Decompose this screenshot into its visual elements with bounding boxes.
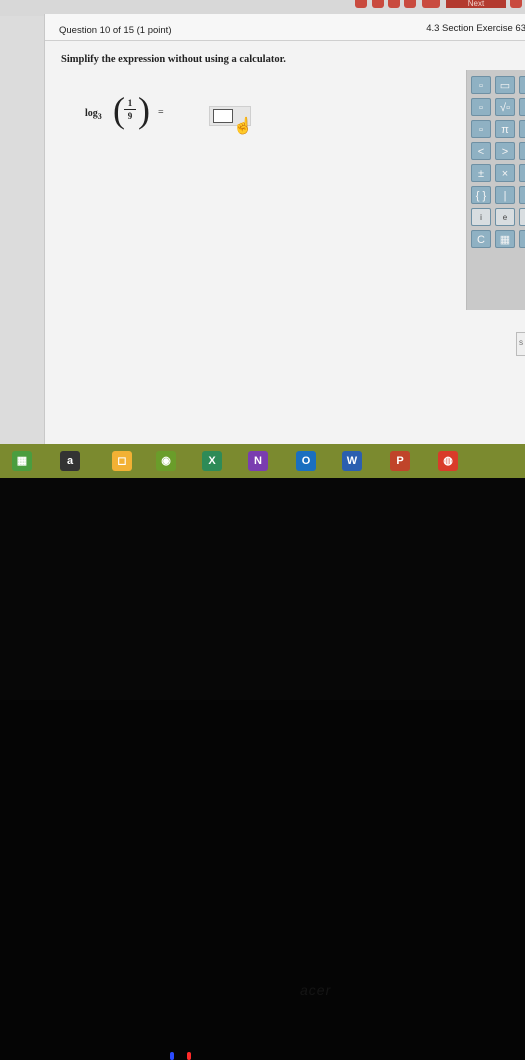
- palette-key[interactable]: ▫: [471, 98, 491, 116]
- palette-key[interactable]: ∞: [519, 120, 525, 138]
- top-tab[interactable]: [510, 0, 522, 8]
- math-expression: log3 ( 1 9 ) = ☝: [85, 90, 265, 135]
- taskbar-app-icon[interactable]: X: [202, 451, 222, 471]
- math-palette: ▫▭▫▫▫√▫▫▫▫π∞≠<>≤≥±×∪∩{ }|...∅ielnlogC▦?: [466, 70, 525, 310]
- palette-key[interactable]: ?: [519, 230, 525, 248]
- section-label: 4.3 Section Exercise 63: [426, 23, 525, 34]
- palette-key[interactable]: ±: [471, 164, 491, 182]
- log-text: log: [85, 108, 98, 119]
- palette-key[interactable]: |: [495, 186, 515, 204]
- top-tab[interactable]: [388, 0, 400, 8]
- palette-key[interactable]: π: [495, 120, 515, 138]
- top-tab[interactable]: [372, 0, 384, 8]
- palette-key[interactable]: ...: [519, 186, 525, 204]
- hand-cursor-icon: ☝: [233, 118, 253, 135]
- log-term: log3: [85, 108, 102, 121]
- top-tab[interactable]: [404, 0, 416, 8]
- status-led-blue: [170, 1052, 174, 1060]
- palette-key[interactable]: >: [495, 142, 515, 160]
- taskbar-app-icon[interactable]: ◻: [112, 451, 132, 471]
- palette-key[interactable]: ∪: [519, 164, 525, 182]
- taskbar-app-icon[interactable]: W: [342, 451, 362, 471]
- palette-key[interactable]: C: [471, 230, 491, 248]
- taskbar-app-icon[interactable]: ◍: [438, 451, 458, 471]
- question-title: Question 10 of 15 (1 point): [59, 25, 172, 36]
- question-prompt: Simplify the expression without using a …: [61, 54, 286, 65]
- palette-key[interactable]: ln: [519, 208, 525, 226]
- taskbar-app-icon[interactable]: P: [390, 451, 410, 471]
- palette-key[interactable]: ▫: [519, 98, 525, 116]
- laptop-screen: Next Question 10 of 15 (1 point) 4.3 Sec…: [0, 0, 525, 478]
- next-button[interactable]: Next: [446, 0, 506, 8]
- palette-key[interactable]: ≤: [519, 142, 525, 160]
- taskbar-app-icon[interactable]: O: [296, 451, 316, 471]
- equals-sign: =: [158, 107, 164, 118]
- numerator: 1: [127, 98, 133, 108]
- fraction: 1 9: [124, 98, 136, 121]
- status-led-red: [187, 1052, 191, 1060]
- palette-key[interactable]: ▭: [495, 76, 515, 94]
- taskbar-app-icon[interactable]: ◉: [156, 451, 176, 471]
- palette-key[interactable]: ▫: [471, 120, 491, 138]
- side-scroll-tab[interactable]: S: [516, 332, 525, 356]
- top-tab[interactable]: [422, 0, 440, 8]
- denominator: 9: [127, 111, 133, 121]
- right-paren: ): [138, 90, 150, 130]
- laptop-bezel: acer: [0, 478, 525, 1060]
- taskbar: ▦ a ◻ ◉ X N O W P ◍: [0, 444, 525, 478]
- palette-key[interactable]: ▫: [519, 76, 525, 94]
- palette-key[interactable]: <: [471, 142, 491, 160]
- palette-key[interactable]: i: [471, 208, 491, 226]
- palette-key[interactable]: ▦: [495, 230, 515, 248]
- taskbar-app-icon[interactable]: a: [60, 451, 80, 471]
- palette-key[interactable]: ×: [495, 164, 515, 182]
- palette-key[interactable]: e: [495, 208, 515, 226]
- palette-key[interactable]: { }: [471, 186, 491, 204]
- answer-input[interactable]: [213, 109, 233, 123]
- taskbar-app-icon[interactable]: N: [248, 451, 268, 471]
- question-panel: Question 10 of 15 (1 point) 4.3 Section …: [44, 14, 525, 444]
- taskbar-app-icon[interactable]: ▦: [12, 451, 32, 471]
- question-header: Question 10 of 15 (1 point) 4.3 Section …: [45, 14, 525, 41]
- palette-key[interactable]: √▫: [495, 98, 515, 116]
- palette-key[interactable]: ▫: [471, 76, 491, 94]
- top-tab[interactable]: [355, 0, 367, 8]
- fraction-bar: [124, 109, 136, 110]
- log-base: 3: [97, 112, 102, 121]
- brand-logo: acer: [300, 982, 332, 998]
